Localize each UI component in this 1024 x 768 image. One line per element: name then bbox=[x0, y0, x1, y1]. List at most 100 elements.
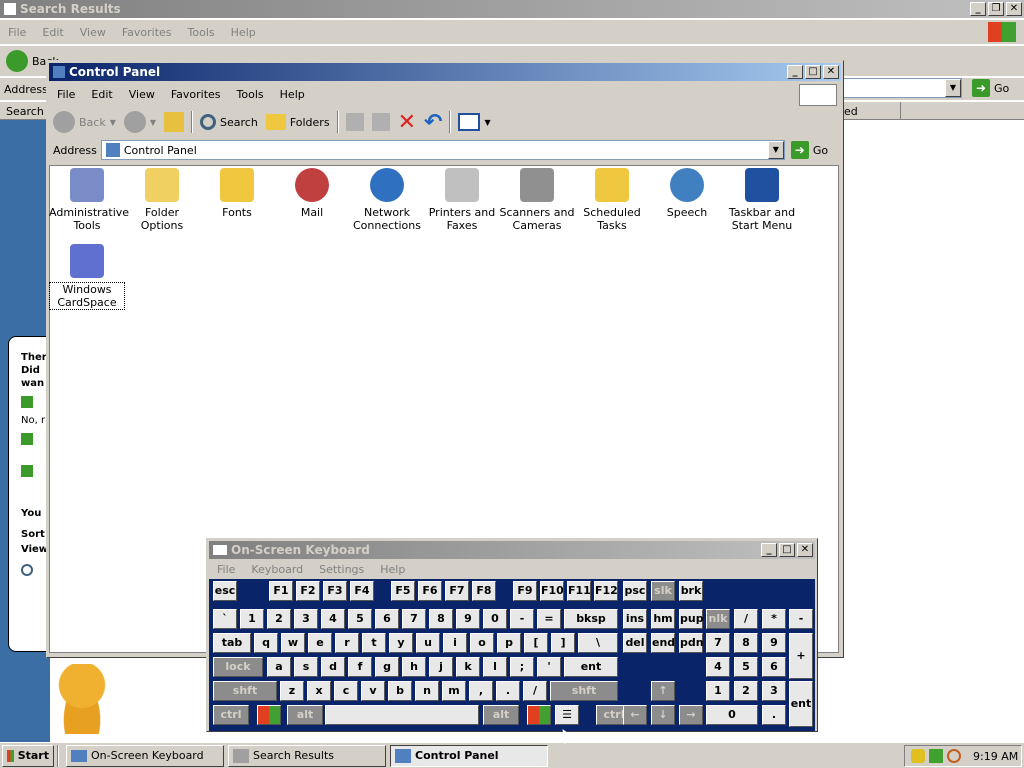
osk-titlebar[interactable]: On-Screen Keyboard _ □ ✕ bbox=[209, 541, 815, 559]
maximize-button[interactable]: □ bbox=[779, 543, 795, 557]
osk-key-F4[interactable]: F4 bbox=[350, 581, 374, 601]
forward-button[interactable]: ▼ bbox=[120, 109, 160, 135]
osk-key-[interactable]: + bbox=[789, 633, 813, 679]
osk-key-m[interactable]: m bbox=[442, 681, 466, 701]
balloon-arrow-icon[interactable] bbox=[21, 433, 33, 445]
osk-key-u[interactable]: u bbox=[416, 633, 440, 653]
space-key[interactable] bbox=[325, 705, 479, 725]
osk-key-[interactable]: / bbox=[734, 609, 758, 629]
right-arrow-icon[interactable]: → bbox=[679, 705, 703, 725]
osk-key-F10[interactable]: F10 bbox=[540, 581, 564, 601]
menu-favorites[interactable]: Favorites bbox=[163, 88, 229, 101]
osk-key-k[interactable]: k bbox=[456, 657, 480, 677]
osk-key-pdn[interactable]: pdn bbox=[679, 633, 704, 653]
security-shield-icon[interactable] bbox=[911, 749, 925, 763]
osk-key-nlk[interactable]: nlk bbox=[706, 609, 730, 629]
maximize-button[interactable]: □ bbox=[805, 65, 821, 79]
osk-key-F3[interactable]: F3 bbox=[323, 581, 347, 601]
icon-network-connections[interactable]: Network Connections bbox=[349, 168, 425, 232]
delete-button[interactable]: ✕ bbox=[394, 109, 420, 135]
windows-key-icon[interactable] bbox=[257, 705, 281, 725]
osk-key-F5[interactable]: F5 bbox=[391, 581, 415, 601]
osk-key-2[interactable]: 2 bbox=[267, 609, 291, 629]
osk-key-6[interactable]: 6 bbox=[762, 657, 786, 677]
osk-key-[interactable]: . bbox=[496, 681, 520, 701]
osk-key-6[interactable]: 6 bbox=[375, 609, 399, 629]
osk-key-F2[interactable]: F2 bbox=[296, 581, 320, 601]
dropdown-arrow[interactable]: ▼ bbox=[945, 79, 961, 97]
back-icon[interactable] bbox=[6, 50, 28, 72]
osk-key-pup[interactable]: pup bbox=[679, 609, 704, 629]
osk-key-[interactable]: . bbox=[762, 705, 786, 725]
osk-key-tab[interactable]: tab bbox=[213, 633, 251, 653]
bg-address-box[interactable]: ▼ bbox=[842, 78, 962, 98]
osk-key-ins[interactable]: ins bbox=[623, 609, 647, 629]
osk-key-5[interactable]: 5 bbox=[348, 609, 372, 629]
taskbar-item-search-results[interactable]: Search Results bbox=[228, 744, 386, 767]
search-results-titlebar[interactable]: Search Results _ ❐ ✕ bbox=[0, 0, 1024, 18]
osk-key-n[interactable]: n bbox=[415, 681, 439, 701]
control-panel-titlebar[interactable]: Control Panel _ □ ✕ bbox=[49, 63, 841, 81]
osk-key-0[interactable]: 0 bbox=[483, 609, 507, 629]
osk-key-[interactable]: / bbox=[523, 681, 547, 701]
up-arrow-icon[interactable]: ↑ bbox=[651, 681, 675, 701]
osk-key-[interactable]: = bbox=[537, 609, 561, 629]
osk-key-s[interactable]: s bbox=[294, 657, 318, 677]
close-button[interactable]: ✕ bbox=[823, 65, 839, 79]
osk-key-i[interactable]: i bbox=[443, 633, 467, 653]
icon-mail[interactable]: Mail bbox=[274, 168, 350, 219]
osk-key-[interactable]: ' bbox=[537, 657, 561, 677]
osk-key-5[interactable]: 5 bbox=[734, 657, 758, 677]
osk-key-ent[interactable]: ent bbox=[789, 681, 813, 727]
taskbar-item-control-panel[interactable]: Control Panel bbox=[390, 744, 548, 767]
osk-key-bksp[interactable]: bksp bbox=[564, 609, 618, 629]
osk-key-[interactable]: ] bbox=[551, 633, 575, 653]
menu-help[interactable]: Help bbox=[223, 26, 264, 39]
osk-key-z[interactable]: z bbox=[280, 681, 304, 701]
osk-key-w[interactable]: w bbox=[281, 633, 305, 653]
osk-key-0[interactable]: 0 bbox=[706, 705, 758, 725]
osk-key-[interactable]: , bbox=[469, 681, 493, 701]
osk-key-q[interactable]: q bbox=[254, 633, 278, 653]
balloon-arrow-icon[interactable] bbox=[21, 465, 33, 477]
back-button[interactable]: Back ▼ bbox=[49, 109, 120, 135]
osk-key-alt[interactable]: alt bbox=[287, 705, 323, 725]
osk-key-3[interactable]: 3 bbox=[762, 681, 786, 701]
minimize-button[interactable]: _ bbox=[761, 543, 777, 557]
osk-key-c[interactable]: c bbox=[334, 681, 358, 701]
osk-key-7[interactable]: 7 bbox=[706, 633, 730, 653]
chevron-down-icon[interactable]: ▼ bbox=[110, 118, 116, 127]
menu-help[interactable]: Help bbox=[372, 563, 413, 576]
menu-settings[interactable]: Settings bbox=[311, 563, 372, 576]
menu-keyboard[interactable]: Keyboard bbox=[243, 563, 311, 576]
osk-key-j[interactable]: j bbox=[429, 657, 453, 677]
up-button[interactable] bbox=[160, 109, 188, 135]
osk-key-lock[interactable]: lock bbox=[213, 657, 263, 677]
osk-key-f[interactable]: f bbox=[348, 657, 372, 677]
osk-key-3[interactable]: 3 bbox=[294, 609, 318, 629]
osk-key-F8[interactable]: F8 bbox=[472, 581, 496, 601]
icon-printers-and-faxes[interactable]: Printers and Faxes bbox=[424, 168, 500, 232]
close-button[interactable]: ✕ bbox=[797, 543, 813, 557]
start-button[interactable]: Start bbox=[2, 744, 54, 767]
osk-key-4[interactable]: 4 bbox=[321, 609, 345, 629]
osk-key-esc[interactable]: esc bbox=[213, 581, 237, 601]
osk-key-2[interactable]: 2 bbox=[734, 681, 758, 701]
osk-key-v[interactable]: v bbox=[361, 681, 385, 701]
go-button[interactable]: ➜ Go bbox=[966, 79, 1015, 97]
icon-fonts[interactable]: Fonts bbox=[199, 168, 275, 219]
osk-key-[interactable]: ; bbox=[510, 657, 534, 677]
osk-key-F6[interactable]: F6 bbox=[418, 581, 442, 601]
osk-key-ent[interactable]: ent bbox=[564, 657, 618, 677]
move-to-button[interactable] bbox=[342, 109, 368, 135]
address-input[interactable]: Control Panel ▼ bbox=[100, 140, 785, 160]
osk-key-psc[interactable]: psc bbox=[623, 581, 647, 601]
icon-speech[interactable]: Speech bbox=[649, 168, 725, 219]
icon-folder-options[interactable]: Folder Options bbox=[124, 168, 200, 232]
osk-key-4[interactable]: 4 bbox=[706, 657, 730, 677]
osk-key-shft[interactable]: shft bbox=[213, 681, 277, 701]
go-button[interactable]: ➜ Go bbox=[785, 141, 834, 159]
minimize-button[interactable]: _ bbox=[970, 2, 986, 16]
down-arrow-icon[interactable]: ↓ bbox=[651, 705, 675, 725]
close-button[interactable]: ✕ bbox=[1006, 2, 1022, 16]
